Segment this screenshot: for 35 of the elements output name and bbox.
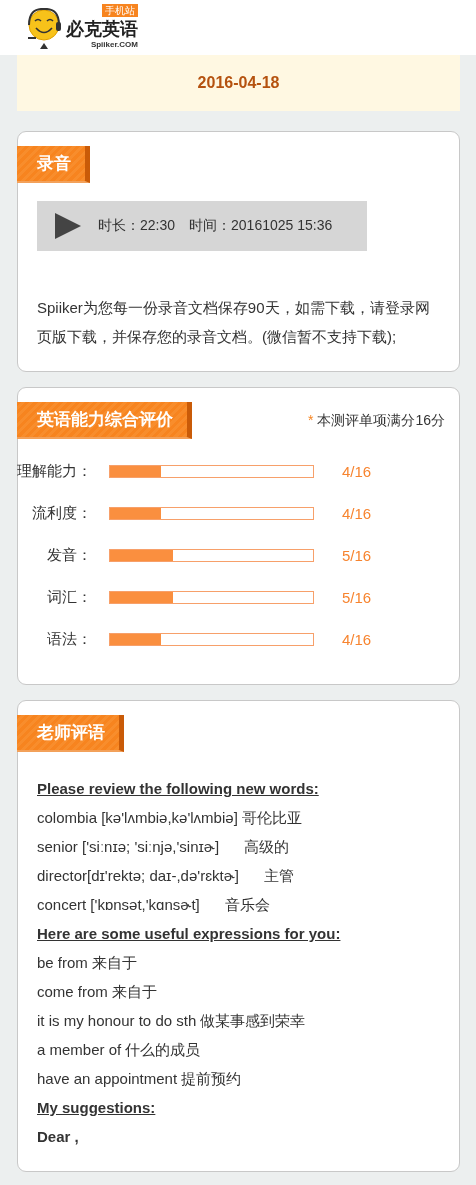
section-ribbon: 英语能力综合评价 bbox=[17, 402, 192, 439]
duration-label: 时长：22:30 bbox=[98, 217, 176, 235]
date-text: 2016-04-18 bbox=[197, 74, 280, 92]
logo-title: 必克英语 bbox=[66, 17, 138, 40]
comment-line: colombia [kə'lʌmbiə,kə'lʌmbiə] 哥伦比亚 bbox=[37, 808, 303, 828]
section-ribbon: 录音 bbox=[17, 146, 90, 183]
score-value: 4/16 bbox=[342, 463, 372, 480]
comment-line: it is my honour to do sth 做某事感到荣幸 bbox=[37, 1011, 307, 1031]
score-value: 4/16 bbox=[342, 505, 372, 522]
section-heading: Please review the following new words: bbox=[37, 779, 320, 799]
section-heading: Here are some useful expressions for you: bbox=[37, 924, 342, 944]
skill-label: 词汇： bbox=[46, 588, 92, 607]
score-value: 4/16 bbox=[342, 631, 372, 648]
skill-label: 理解能力： bbox=[16, 462, 92, 481]
comment-line: senior ['siːnɪə; 'siːnjə,'sinɪɚ] 高级的 bbox=[37, 837, 291, 857]
site-badge: 手机站 bbox=[102, 3, 138, 17]
comment-line: have an appointment 提前预约 bbox=[37, 1069, 243, 1089]
play-icon[interactable] bbox=[54, 212, 82, 240]
score-note: * 本测评单项满分16分 bbox=[308, 411, 445, 430]
time-label: 时间：20161025 15:36 bbox=[189, 217, 333, 235]
section-heading: My suggestions: bbox=[37, 1098, 157, 1118]
comment-line: director[dɪ'rektə; daɪ-,də'rɛktɚ] 主管 bbox=[37, 866, 295, 886]
score-value: 5/16 bbox=[342, 589, 372, 606]
skill-label: 发音： bbox=[46, 546, 92, 565]
storage-note: Spiiker为您每一份录音文档保存90天，如需下载，请登录网页版下载，并保存您的录音文档。(微信暂不支持下载); bbox=[37, 298, 431, 347]
comment-line: come from 来自于 bbox=[37, 982, 158, 1002]
comment-line: concert ['kɒnsət,'kɑnsɚt] 音乐会 bbox=[37, 895, 271, 915]
comment-line: be from 来自于 bbox=[37, 953, 139, 973]
skill-label: 流利度： bbox=[31, 504, 92, 523]
section-ribbon: 老师评语 bbox=[17, 715, 124, 752]
comment-line: a member of 什么的成员 bbox=[37, 1040, 202, 1060]
greeting-line: Dear , bbox=[37, 1127, 80, 1147]
logo-domain: Spiiker.COM bbox=[90, 39, 138, 50]
score-value: 5/16 bbox=[342, 547, 372, 564]
skill-label: 语法： bbox=[46, 630, 92, 649]
